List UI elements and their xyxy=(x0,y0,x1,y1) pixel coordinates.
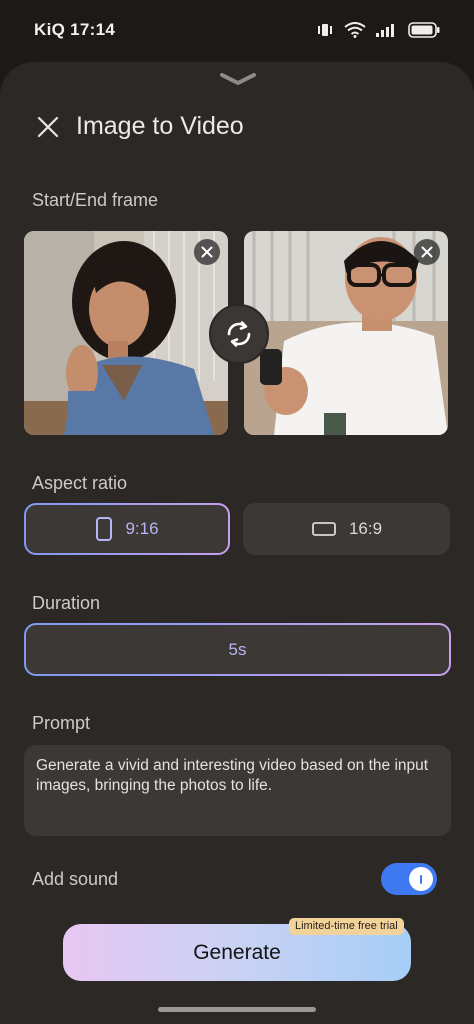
landscape-ratio-icon xyxy=(312,522,336,536)
status-time: KiQ 17:14 xyxy=(34,20,116,39)
close-icon xyxy=(421,246,433,258)
chevron-down-icon xyxy=(220,73,256,85)
toggle-on-mark xyxy=(420,874,422,884)
close-icon xyxy=(37,116,59,137)
end-frame-image[interactable] xyxy=(244,231,448,435)
duration-5s-button[interactable]: 5s xyxy=(24,623,451,676)
aspect-9-16-button[interactable]: 9:16 xyxy=(24,503,230,555)
remove-end-frame-button[interactable] xyxy=(414,239,440,265)
status-bar: KiQ 17:14 xyxy=(0,0,474,60)
free-trial-badge: Limited-time free trial xyxy=(289,918,404,935)
prompt-input[interactable]: Generate a vivid and interesting video b… xyxy=(24,745,451,836)
add-sound-label: Add sound xyxy=(32,869,119,889)
aspect-9-16-label: 9:16 xyxy=(125,519,159,538)
generate-label: Generate xyxy=(193,940,281,964)
status-icons xyxy=(316,22,440,38)
prompt-label: Prompt xyxy=(32,713,91,733)
close-button[interactable] xyxy=(34,113,62,141)
duration-value: 5s xyxy=(228,639,247,659)
portrait-ratio-icon xyxy=(96,517,113,541)
toggle-knob xyxy=(409,867,433,891)
battery-icon xyxy=(408,22,440,38)
duration-label: Duration xyxy=(32,593,101,613)
frames-label: Start/End frame xyxy=(32,190,159,210)
swap-icon xyxy=(227,321,251,347)
image-to-video-sheet: Image to Video Start/End frame Aspect ra… xyxy=(0,62,474,1024)
signal-icon xyxy=(376,24,394,37)
start-frame-image[interactable] xyxy=(24,231,228,435)
close-icon xyxy=(201,246,213,258)
aspect-ratio-label: Aspect ratio xyxy=(32,473,128,493)
home-indicator[interactable] xyxy=(158,1007,316,1012)
aspect-16-9-label: 16:9 xyxy=(348,519,383,538)
prompt-text: Generate a vivid and interesting video b… xyxy=(36,757,429,794)
collapse-handle[interactable] xyxy=(218,70,258,88)
remove-start-frame-button[interactable] xyxy=(194,239,220,265)
page-title: Image to Video xyxy=(76,112,244,140)
vibrate-icon xyxy=(318,24,332,36)
add-sound-toggle[interactable] xyxy=(381,863,437,895)
sheet-header: Image to Video xyxy=(34,112,244,141)
aspect-16-9-button[interactable]: 16:9 xyxy=(243,503,450,555)
wifi-icon xyxy=(344,22,366,38)
swap-frames-button[interactable] xyxy=(209,304,269,364)
